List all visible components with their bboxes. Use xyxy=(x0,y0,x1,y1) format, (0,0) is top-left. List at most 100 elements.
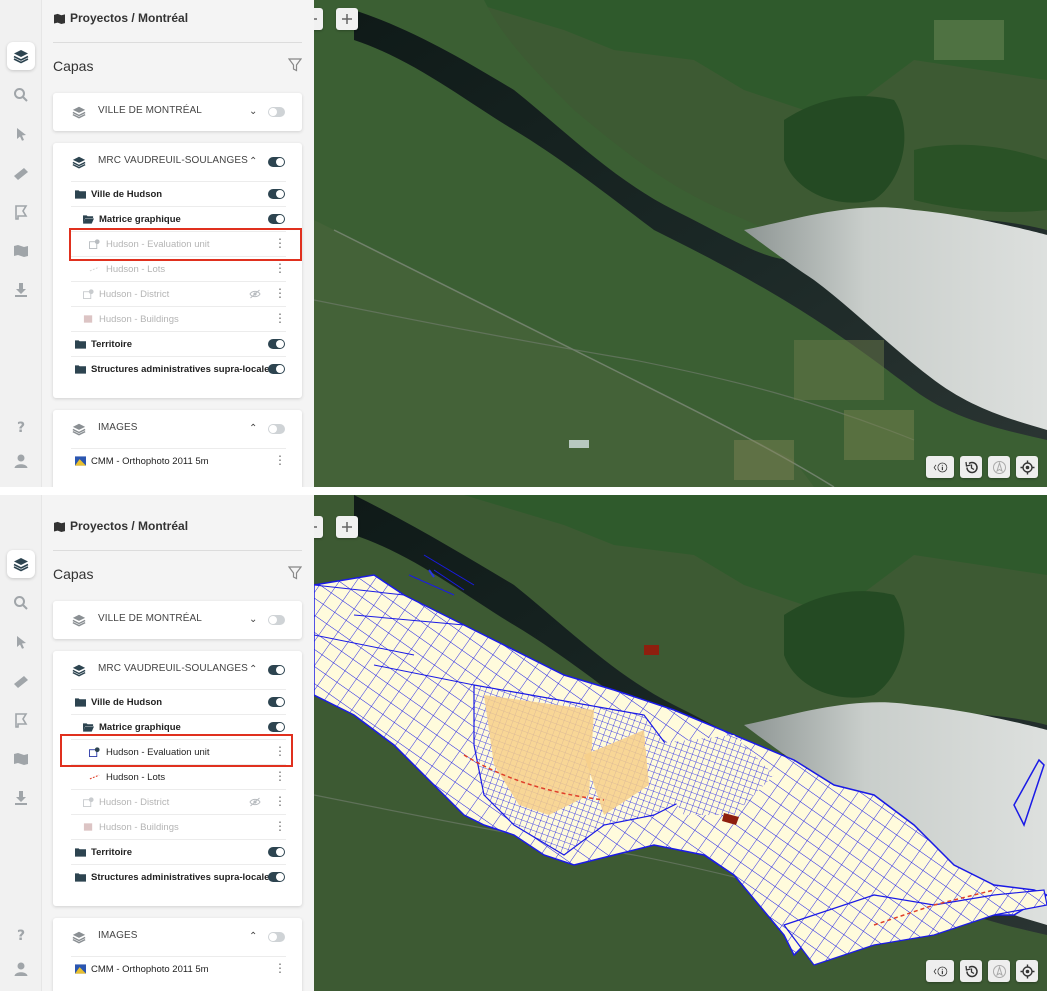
ruler-icon[interactable] xyxy=(7,159,35,187)
locate-icon xyxy=(1020,964,1034,978)
breadcrumb-label: Proyectos / Montréal xyxy=(70,11,189,25)
flag-icon[interactable] xyxy=(7,706,35,734)
locate-button[interactable] xyxy=(1016,960,1038,982)
layer-toggle[interactable] xyxy=(268,339,285,349)
group-title: MRC VAUDREUIL-SOULANGES xyxy=(98,155,248,166)
compass-button[interactable] xyxy=(988,456,1010,478)
layer-toggle[interactable] xyxy=(268,214,285,224)
layer-row-structures-administratives[interactable]: Structures administratives supra-locales xyxy=(71,356,286,381)
chevron-up-icon[interactable]: ⌃ xyxy=(249,931,257,942)
layer-row-hudson-lots[interactable]: Hudson - Lots ⋮ xyxy=(71,764,286,789)
raster-icon xyxy=(75,456,86,466)
layer-row-hudson-district[interactable]: Hudson - District ⋮ xyxy=(71,281,286,306)
layer-row-hudson-district[interactable]: Hudson - District ⋮ xyxy=(71,789,286,814)
chevron-down-icon[interactable]: ⌄ xyxy=(249,614,257,625)
folder-icon xyxy=(75,190,86,199)
group-toggle[interactable] xyxy=(268,157,285,167)
layer-row-structures-administratives[interactable]: Structures administratives supra-locales xyxy=(71,864,286,889)
more-options-icon[interactable]: ⋮ xyxy=(274,962,286,974)
history-button[interactable] xyxy=(960,960,982,982)
more-options-icon[interactable]: ⋮ xyxy=(274,820,286,832)
layer-row-ville-de-hudson[interactable]: Ville de Hudson xyxy=(71,181,286,206)
search-icon[interactable] xyxy=(7,589,35,617)
info-icon xyxy=(933,462,947,472)
map-view[interactable] xyxy=(314,0,1047,487)
more-options-icon[interactable]: ⋮ xyxy=(274,454,286,466)
help-icon[interactable]: ? xyxy=(7,412,35,440)
more-options-icon[interactable]: ⋮ xyxy=(274,312,286,324)
layer-toggle[interactable] xyxy=(268,189,285,199)
layer-row-territoire[interactable]: Territoire xyxy=(71,839,286,864)
group-toggle[interactable] xyxy=(268,107,285,117)
cursor-icon[interactable] xyxy=(7,120,35,148)
user-icon[interactable] xyxy=(7,447,35,475)
map-icon[interactable] xyxy=(7,237,35,265)
layer-toggle[interactable] xyxy=(268,364,285,374)
flag-icon[interactable] xyxy=(7,198,35,226)
collapse-panel-button[interactable] xyxy=(314,516,323,538)
fill-swatch-icon xyxy=(83,823,93,831)
group-toggle[interactable] xyxy=(268,932,285,942)
breadcrumb[interactable]: Proyectos / Montréal xyxy=(54,11,188,25)
group-toggle[interactable] xyxy=(268,615,285,625)
search-icon[interactable] xyxy=(7,81,35,109)
group-toggle[interactable] xyxy=(268,424,285,434)
layers-sidebar: Proyectos / Montréal Capas VILLE DE MONT… xyxy=(42,0,314,487)
group-toggle[interactable] xyxy=(268,665,285,675)
add-button[interactable] xyxy=(336,8,358,30)
more-options-icon[interactable]: ⋮ xyxy=(274,287,286,299)
raster-icon xyxy=(75,964,86,974)
cursor-icon[interactable] xyxy=(7,628,35,656)
satellite-basemap xyxy=(314,0,1047,487)
folder-open-icon xyxy=(83,215,94,224)
more-options-icon[interactable]: ⋮ xyxy=(274,262,286,274)
filter-icon[interactable] xyxy=(288,58,302,72)
layer-toggle[interactable] xyxy=(268,722,285,732)
map-controls xyxy=(926,960,1038,982)
more-options-icon[interactable]: ⋮ xyxy=(274,795,286,807)
add-button[interactable] xyxy=(336,516,358,538)
download-icon[interactable] xyxy=(7,276,35,304)
help-icon[interactable]: ? xyxy=(7,920,35,948)
layer-row-hudson-buildings[interactable]: Hudson - Buildings ⋮ xyxy=(71,306,286,331)
layer-row-ville-de-hudson[interactable]: Ville de Hudson xyxy=(71,689,286,714)
ruler-icon[interactable] xyxy=(7,667,35,695)
chevron-up-icon[interactable]: ⌃ xyxy=(249,156,257,167)
layer-toggle[interactable] xyxy=(268,697,285,707)
folder-icon xyxy=(75,340,86,349)
layers-icon[interactable] xyxy=(7,42,35,70)
layer-row-territoire[interactable]: Territoire xyxy=(71,331,286,356)
chevron-up-icon[interactable]: ⌃ xyxy=(249,664,257,675)
collapse-panel-button[interactable] xyxy=(314,8,323,30)
chevron-down-icon[interactable]: ⌄ xyxy=(249,106,257,117)
layers-icon xyxy=(72,156,86,169)
eye-off-icon[interactable] xyxy=(249,289,261,299)
layer-row-orthophoto[interactable]: CMM - Orthophoto 2011 5m ⋮ xyxy=(71,448,286,473)
layer-group-mrc-vaudreuil-soulanges: MRC VAUDREUIL-SOULANGES ⌃ Ville de Hudso… xyxy=(53,651,302,906)
layer-row-hudson-buildings[interactable]: Hudson - Buildings ⋮ xyxy=(71,814,286,839)
download-icon[interactable] xyxy=(7,784,35,812)
layer-toggle[interactable] xyxy=(268,847,285,857)
chevron-up-icon[interactable]: ⌃ xyxy=(249,423,257,434)
breadcrumb[interactable]: Proyectos / Montréal xyxy=(54,519,188,533)
layers-icon[interactable] xyxy=(7,550,35,578)
layer-label: Hudson - Lots xyxy=(106,264,166,275)
map-view[interactable] xyxy=(314,495,1047,991)
compass-button[interactable] xyxy=(988,960,1010,982)
history-button[interactable] xyxy=(960,456,982,478)
history-icon xyxy=(964,965,978,977)
history-icon xyxy=(964,461,978,473)
map-icon[interactable] xyxy=(7,745,35,773)
layer-toggle[interactable] xyxy=(268,872,285,882)
breadcrumb-label: Proyectos / Montréal xyxy=(70,519,189,533)
more-options-icon[interactable]: ⋮ xyxy=(274,770,286,782)
locate-button[interactable] xyxy=(1016,456,1038,478)
filter-icon[interactable] xyxy=(288,566,302,580)
plus-icon xyxy=(342,522,352,532)
info-button[interactable] xyxy=(926,456,954,478)
layer-row-orthophoto[interactable]: CMM - Orthophoto 2011 5m ⋮ xyxy=(71,956,286,981)
layer-label: Matrice graphique xyxy=(99,214,181,225)
eye-off-icon[interactable] xyxy=(249,797,261,807)
user-icon[interactable] xyxy=(7,955,35,983)
info-button[interactable] xyxy=(926,960,954,982)
